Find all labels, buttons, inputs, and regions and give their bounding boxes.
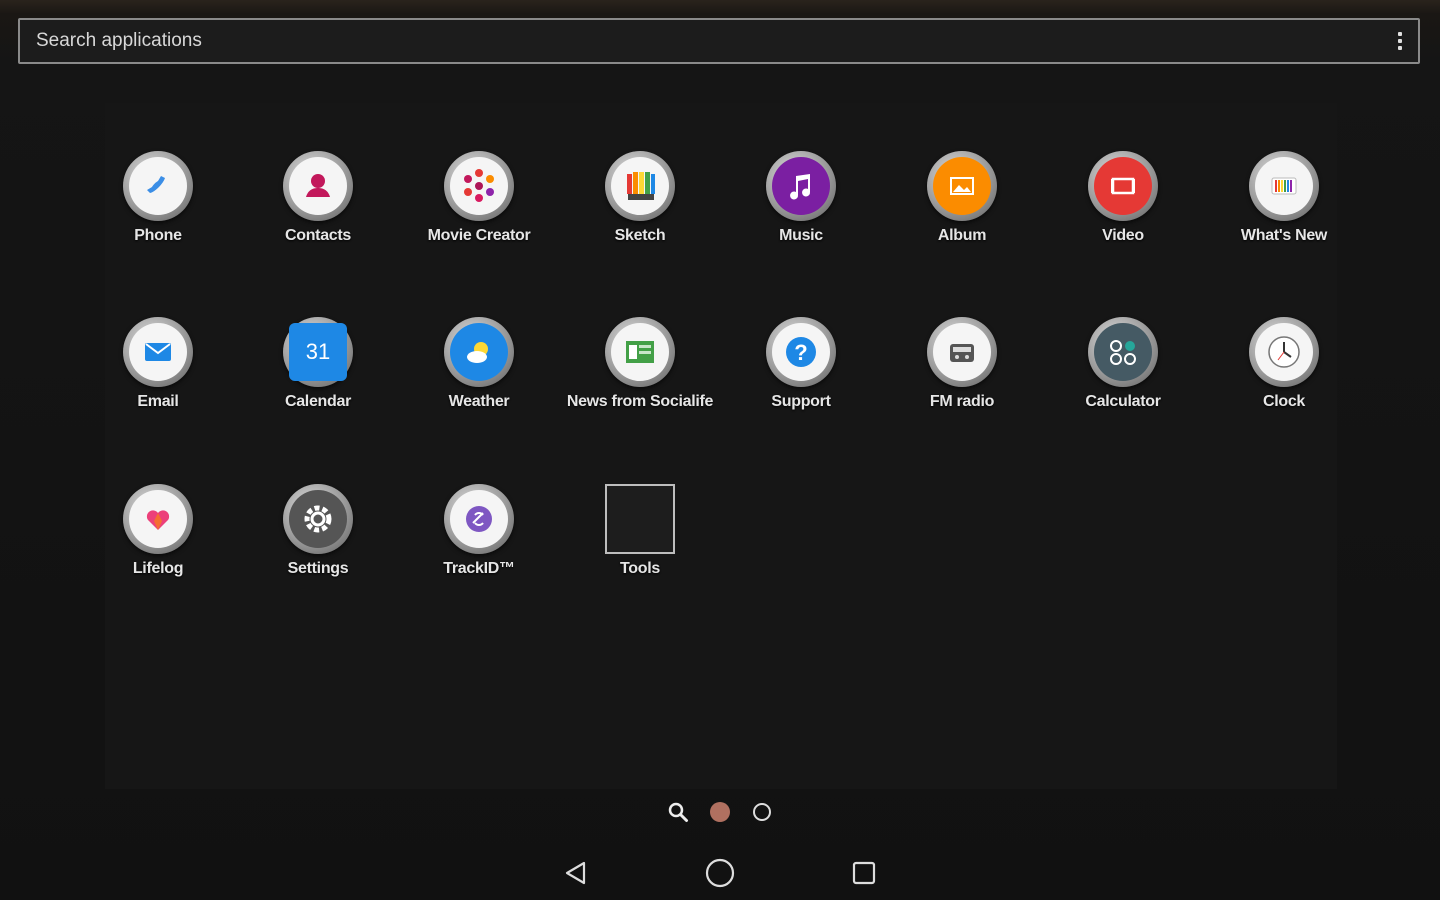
contacts-icon [283, 151, 353, 221]
news-icon [605, 317, 675, 387]
sketch-icon [605, 151, 675, 221]
calculator-icon [1088, 317, 1158, 387]
app-label: Email [137, 393, 179, 410]
email-icon [123, 317, 193, 387]
app-label: Clock [1262, 393, 1306, 410]
app-calendar[interactable]: 31 Calendar [243, 317, 393, 412]
settings-icon [283, 484, 353, 554]
app-support[interactable]: ? Support [726, 317, 876, 412]
app-settings[interactable]: Settings [243, 484, 393, 579]
app-contacts[interactable]: Contacts [243, 151, 393, 246]
app-label: Album [937, 227, 987, 244]
app-news-from-socialife[interactable]: News from Socialife [565, 317, 715, 412]
app-label: Contacts [284, 227, 352, 244]
app-label: Music [779, 227, 823, 244]
app-fm-radio[interactable]: FM radio [887, 317, 1037, 412]
app-label: Tools [620, 560, 660, 577]
clock-icon [1249, 317, 1319, 387]
overflow-menu-icon[interactable] [1382, 20, 1418, 62]
app-label: News from Socialife [566, 393, 714, 410]
album-icon [927, 151, 997, 221]
app-drawer-screen: Phone Contacts Mo [0, 0, 1440, 900]
app-label: Calculator [1085, 393, 1161, 410]
support-icon: ? [766, 317, 836, 387]
app-video[interactable]: Video [1048, 151, 1198, 246]
app-label: What's New [1240, 227, 1328, 244]
page-indicator [0, 796, 1440, 828]
music-icon [766, 151, 836, 221]
svg-text:?: ? [794, 340, 807, 365]
app-label: Settings [287, 560, 349, 577]
app-sketch[interactable]: Sketch [565, 151, 715, 246]
fm-radio-icon [927, 317, 997, 387]
video-icon [1088, 151, 1158, 221]
app-label: Sketch [614, 227, 666, 244]
app-label: Calendar [284, 393, 352, 410]
calendar-day: 31 [305, 339, 331, 364]
movie-creator-icon [444, 151, 514, 221]
back-icon[interactable] [554, 851, 598, 895]
app-lifelog[interactable]: Lifelog [83, 484, 233, 579]
app-weather[interactable]: Weather [404, 317, 554, 412]
trackid-icon [444, 484, 514, 554]
app-whats-new[interactable]: What's New [1209, 151, 1359, 246]
search-bar[interactable] [18, 18, 1420, 64]
app-trackid[interactable]: TrackID™ [404, 484, 554, 579]
app-label: TrackID™ [443, 560, 515, 577]
app-album[interactable]: Album [887, 151, 1037, 246]
app-calculator[interactable]: Calculator [1048, 317, 1198, 412]
app-music[interactable]: Music [726, 151, 876, 246]
page-dot[interactable] [751, 801, 773, 823]
app-movie-creator[interactable]: Movie Creator [404, 151, 554, 246]
app-label: Movie Creator [427, 227, 531, 244]
page-dot-active[interactable] [709, 801, 731, 823]
app-grid: Phone Contacts Movie Creator Sketch Musi… [105, 103, 1337, 789]
app-label: Video [1102, 227, 1144, 244]
app-phone[interactable]: Phone [83, 151, 233, 246]
navigation-bar [0, 846, 1440, 900]
folder-icon [605, 484, 675, 554]
phone-icon [123, 151, 193, 221]
weather-icon [444, 317, 514, 387]
app-label: FM radio [929, 393, 995, 410]
lifelog-icon [123, 484, 193, 554]
search-input[interactable] [36, 30, 1382, 52]
app-clock[interactable]: Clock [1209, 317, 1359, 412]
app-email[interactable]: Email [83, 317, 233, 412]
app-label: Support [771, 393, 831, 410]
home-icon[interactable] [698, 851, 742, 895]
folder-tools[interactable]: Tools [565, 484, 715, 579]
recents-icon[interactable] [842, 851, 886, 895]
whats-new-icon [1249, 151, 1319, 221]
app-label: Phone [134, 227, 182, 244]
calendar-icon: 31 [283, 317, 353, 387]
app-label: Weather [448, 393, 510, 410]
app-label: Lifelog [132, 560, 184, 577]
search-page-icon[interactable] [667, 801, 689, 823]
